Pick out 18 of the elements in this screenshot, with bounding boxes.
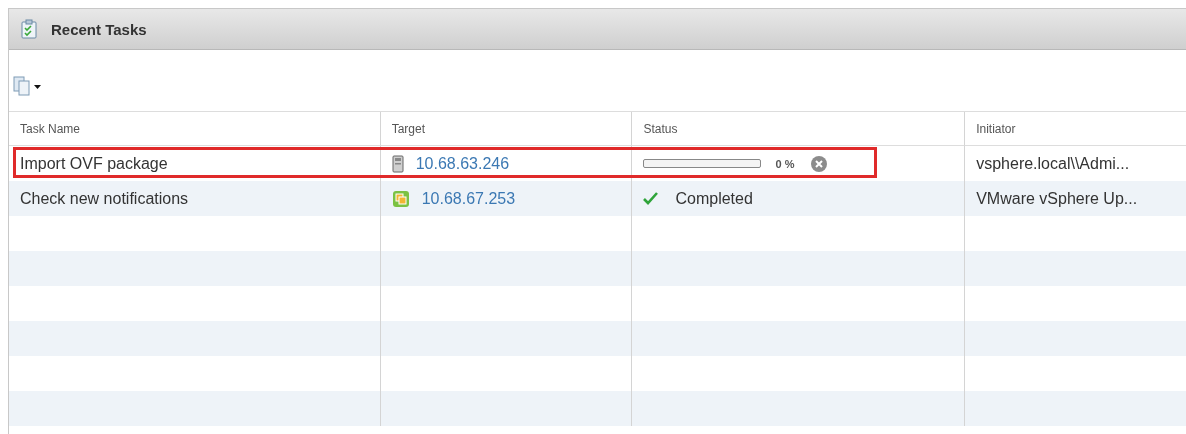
- column-header[interactable]: Task Name: [9, 112, 381, 146]
- cancel-button[interactable]: [810, 154, 829, 173]
- panel-title: Recent Tasks: [51, 20, 147, 38]
- target-link[interactable]: 10.68.63.246: [415, 154, 510, 173]
- target-link[interactable]: 10.68.67.253: [421, 189, 516, 208]
- progress-reading: 0 %: [775, 157, 795, 170]
- table-cell-text: vsphere.local\\Admi...: [975, 153, 1131, 174]
- column-header[interactable]: Initiator: [965, 112, 1186, 146]
- status-text: Completed: [675, 189, 753, 208]
- clipboard-icon: [21, 19, 37, 39]
- export-dropdown-button[interactable]: [13, 74, 43, 97]
- vcenter-icon: [391, 189, 410, 208]
- column-header[interactable]: Status: [632, 112, 966, 146]
- table-cell: Check new notifications: [9, 181, 381, 216]
- check-icon: [643, 191, 660, 206]
- server-icon: [391, 154, 404, 173]
- column-header[interactable]: Target: [380, 112, 633, 146]
- table-cell-text: VMware vSphere Up...: [975, 188, 1139, 209]
